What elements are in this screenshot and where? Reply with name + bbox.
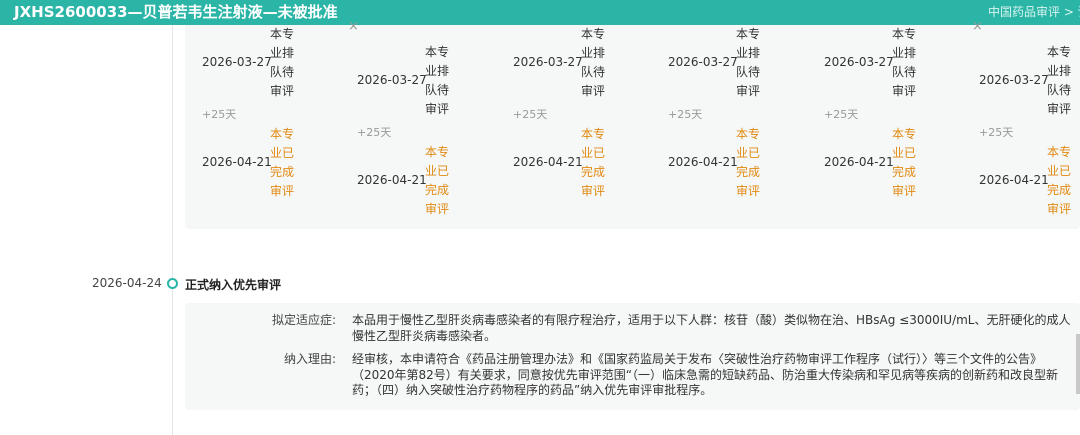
indication-value: 本品用于慢性乙型肝炎病毒感染者的有限疗程治疗，适用于以下人群：核苷（酸）类似物在…: [352, 313, 1071, 343]
review-stages-card: 2026-03-27 本专业排队待审评 +25天 2026-04-21 本专业已…: [185, 19, 1080, 229]
timeline-line: [172, 25, 173, 435]
done-status: 本专业已完成审评: [736, 127, 761, 198]
done-date: 2026-04-21: [979, 173, 1049, 187]
event-title: 正式纳入优先审评: [185, 278, 282, 292]
reason-value: 经审核，本申请符合《药品注册管理办法》和《国家药监局关于发布〈突破性治疗药物审评…: [352, 352, 1059, 397]
stage-column: 2026-03-27 本专业排队待审评 +25天 2026-04-21 本专业已…: [496, 25, 646, 229]
queued-status: 本专业排队待审评: [892, 27, 917, 98]
queued-status: 本专业排队待审评: [270, 27, 295, 98]
queued-status: 本专业排队待审评: [736, 27, 761, 98]
event-detail-card: 拟定适应症: 本品用于慢性乙型肝炎病毒感染者的有限疗程治疗，适用于以下人群：核苷…: [185, 303, 1080, 410]
queued-date: 2026-03-27: [824, 55, 894, 69]
page-title: JXHS2600033—贝普若韦生注射液—未被批准: [14, 3, 338, 21]
done-date: 2026-04-21: [357, 173, 427, 187]
duration-label: +25天: [668, 108, 703, 121]
done-status: 本专业已完成审评: [270, 127, 295, 198]
duration-label: +25天: [979, 126, 1014, 139]
done-date: 2026-04-21: [202, 155, 272, 169]
duration-label: +25天: [824, 108, 859, 121]
queued-date: 2026-03-27: [202, 55, 272, 69]
queued-status: 本专业排队待审评: [1047, 45, 1072, 116]
stage-column: × 2026-03-27 本专业排队待审评 +25天 2026-04-21 本专…: [962, 19, 1080, 229]
done-status: 本专业已完成审评: [892, 127, 917, 198]
duration-label: +25天: [513, 108, 548, 121]
done-status: 本专业已完成审评: [581, 127, 606, 198]
stage-column: × 2026-03-27 本专业排队待审评 +25天 2026-04-21 本专…: [340, 19, 490, 229]
duration-label: +25天: [202, 108, 237, 121]
event-date: 2026-04-24: [92, 276, 162, 290]
stage-column: 2026-03-27 本专业排队待审评 +25天 2026-04-21 本专业已…: [185, 25, 335, 229]
close-icon[interactable]: ×: [972, 19, 983, 34]
timeline-node-icon: [167, 278, 178, 289]
queued-date: 2026-03-27: [357, 73, 427, 87]
done-date: 2026-04-21: [513, 155, 583, 169]
duration-label: +25天: [357, 126, 392, 139]
close-icon[interactable]: ×: [348, 19, 359, 34]
reason-label: 纳入理由:: [283, 352, 336, 366]
indication-label: 拟定适应症:: [271, 313, 336, 327]
done-date: 2026-04-21: [668, 155, 738, 169]
stage-column: 2026-03-27 本专业排队待审评 +25天 2026-04-21 本专业已…: [807, 25, 957, 229]
done-status: 本专业已完成审评: [1047, 145, 1072, 216]
top-banner: JXHS2600033—贝普若韦生注射液—未被批准 中国药品审评 > 详: [0, 0, 1080, 25]
stage-column: 2026-03-27 本专业排队待审评 +25天 2026-04-21 本专业已…: [651, 25, 801, 229]
queued-date: 2026-03-27: [513, 55, 583, 69]
queued-date: 2026-03-27: [668, 55, 738, 69]
breadcrumb[interactable]: 中国药品审评 > 详: [988, 0, 1080, 25]
queued-date: 2026-03-27: [979, 73, 1049, 87]
scrollbar-thumb[interactable]: [1076, 334, 1080, 394]
done-status: 本专业已完成审评: [425, 145, 450, 216]
done-date: 2026-04-21: [824, 155, 894, 169]
queued-status: 本专业排队待审评: [425, 45, 450, 116]
queued-status: 本专业排队待审评: [581, 27, 606, 98]
